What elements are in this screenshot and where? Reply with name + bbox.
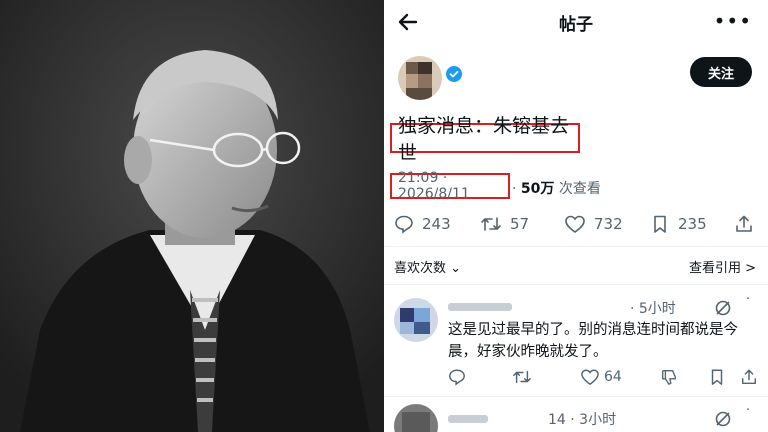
blurred-avatar-image: [394, 404, 438, 432]
reply-reply-button[interactable]: [448, 366, 474, 388]
reply-action-bar: 64: [448, 366, 768, 388]
reply-more-icon[interactable]: ·: [746, 292, 750, 307]
chevron-down-icon: ⌄: [450, 261, 462, 276]
heart-icon: [581, 369, 599, 386]
likes-label: 喜欢次数: [394, 261, 447, 276]
reply-timestamp: · 5小时: [630, 301, 676, 317]
heart-icon: [565, 215, 585, 233]
view-quotes-link[interactable]: 查看引用 >: [689, 257, 756, 276]
reply-dislike-button[interactable]: [660, 366, 686, 388]
reply-icon: [449, 369, 465, 386]
divider: [384, 246, 768, 247]
like-count: 732: [594, 215, 623, 233]
view-count: · 50万 次查看: [512, 178, 601, 198]
reply-like-button[interactable]: 64: [580, 366, 622, 388]
divider: [384, 396, 768, 397]
reply-count: 243: [422, 215, 451, 233]
reply-share-button[interactable]: [740, 366, 766, 388]
post-action-bar: 243 57 732 235: [384, 208, 768, 240]
reply-like-count: 64: [604, 369, 622, 385]
reply-more-icon[interactable]: ·: [746, 403, 750, 418]
post-panel: 帖子 ••• 关注 独家消息：朱镕基去世 21:09 · 2026/8/11 ·…: [384, 0, 768, 432]
repost-icon: [513, 370, 531, 384]
bookmark-button[interactable]: 235: [650, 208, 707, 240]
news-photo: [0, 0, 384, 432]
share-button[interactable]: [734, 208, 762, 240]
bookmark-icon: [711, 369, 723, 385]
reply-username-blurred[interactable]: [448, 410, 488, 423]
reply-avatar[interactable]: [394, 298, 438, 342]
blurred-avatar-image: [398, 56, 442, 100]
more-options-icon[interactable]: •••: [714, 9, 752, 33]
post-text: 独家消息：朱镕基去世: [390, 115, 580, 164]
post-timestamp[interactable]: 21:09 · 2026/8/11: [390, 170, 510, 202]
thumbs-down-icon: [662, 370, 676, 385]
reply-repost-button[interactable]: [512, 366, 540, 388]
reply-button[interactable]: 243: [394, 208, 451, 240]
likes-stats-link[interactable]: 喜欢次数 ⌄: [394, 257, 461, 276]
reply-timestamp: 14 · 3小时: [548, 412, 617, 428]
blurred-avatar-image: [394, 298, 438, 342]
divider: [384, 284, 768, 285]
reply-icon: [395, 215, 413, 234]
repost-button[interactable]: 57: [480, 208, 529, 240]
bookmark-count: 235: [678, 215, 707, 233]
page-title: 帖子: [559, 15, 593, 35]
repost-count: 57: [510, 215, 530, 233]
share-icon: [736, 215, 752, 232]
views-separator: ·: [512, 181, 521, 197]
portrait-illustration: [0, 0, 384, 432]
reply-username-blurred[interactable]: [448, 298, 512, 311]
author-avatar[interactable]: [398, 56, 442, 100]
repost-icon: [481, 217, 501, 231]
views-label: 次查看: [554, 181, 601, 197]
follow-button[interactable]: 关注: [690, 57, 752, 87]
share-icon: [741, 369, 757, 385]
reply-bookmark-button[interactable]: [708, 366, 734, 388]
reply-text: 这是见过最早的了。别的消息连时间都说是今晨，好家伙昨晚就发了。: [448, 322, 738, 360]
like-button[interactable]: 732: [564, 208, 623, 240]
grok-icon[interactable]: [714, 410, 732, 428]
verified-badge-icon: [446, 66, 462, 82]
bookmark-icon: [654, 215, 666, 233]
grok-icon[interactable]: [714, 299, 732, 317]
views-number: 50万: [520, 181, 555, 197]
reply-avatar[interactable]: [394, 404, 438, 432]
